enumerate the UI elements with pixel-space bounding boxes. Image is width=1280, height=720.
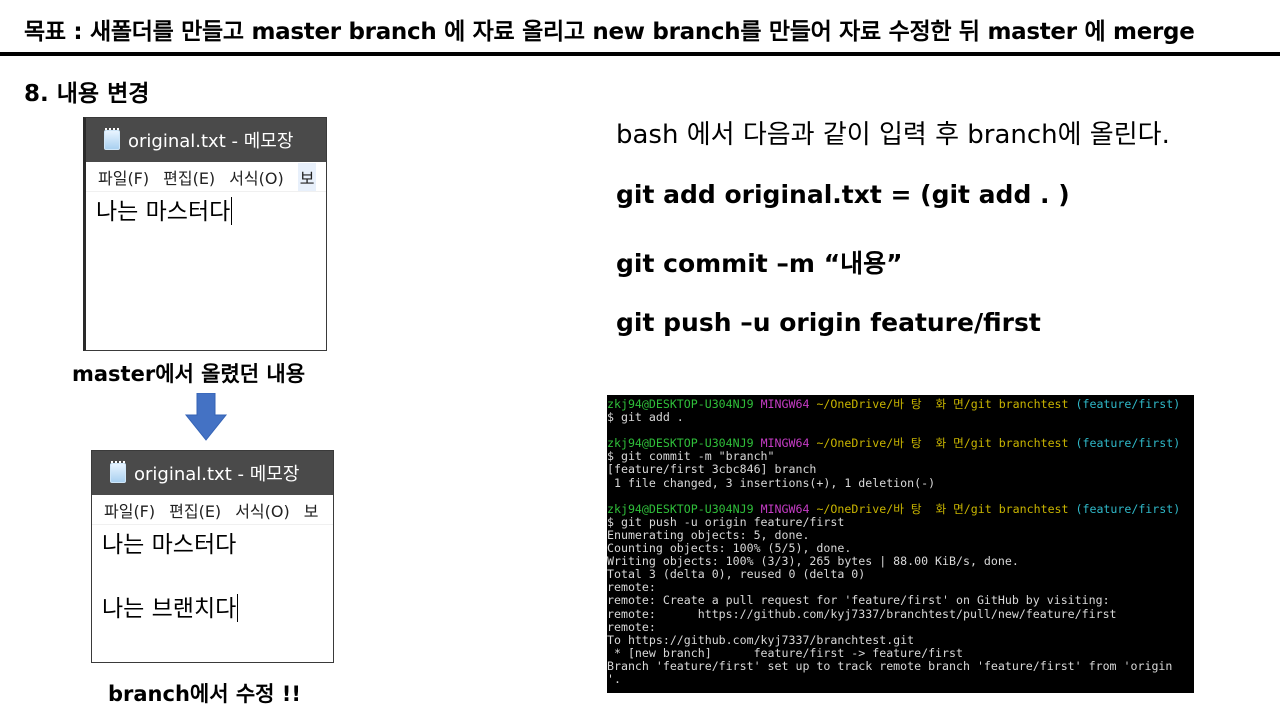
terminal-prompt: zkj94@DESKTOP-U304NJ9 MINGW64 ~/OneDrive… bbox=[607, 397, 1181, 411]
command-git-push: git push –u origin feature/first bbox=[616, 308, 1041, 337]
terminal-output: [feature/first 3cbc846] branch bbox=[607, 462, 817, 477]
notepad-icon bbox=[108, 461, 128, 485]
section-heading: 8. 내용 변경 bbox=[24, 81, 150, 107]
terminal-output: '. bbox=[607, 671, 621, 686]
menu-view[interactable]: 보 bbox=[304, 496, 319, 524]
caption-master: master에서 올렸던 내용 bbox=[72, 362, 306, 386]
notepad-titlebar[interactable]: original.txt - 메모장 bbox=[86, 118, 326, 162]
menu-file[interactable]: 파일(F) bbox=[98, 163, 149, 191]
menu-edit[interactable]: 편집(E) bbox=[169, 496, 221, 524]
text-line bbox=[102, 561, 323, 593]
notepad-menubar: 파일(F) 편집(E) 서식(O) 보 bbox=[92, 495, 333, 525]
instruction-text: bash 에서 다음과 같이 입력 후 branch에 올린다. bbox=[616, 120, 1170, 150]
terminal-output: Total 3 (delta 0), reused 0 (delta 0) bbox=[607, 567, 866, 582]
notepad-titlebar[interactable]: original.txt - 메모장 bbox=[92, 451, 333, 495]
terminal-output: Branch 'feature/first' set up to track r… bbox=[607, 658, 1173, 673]
menu-edit[interactable]: 편집(E) bbox=[163, 163, 215, 191]
notepad-window-branch: original.txt - 메모장 파일(F) 편집(E) 서식(O) 보 나… bbox=[91, 450, 334, 663]
caption-branch: branch에서 수정 !! bbox=[108, 682, 301, 706]
terminal-output: * [new branch] feature/first -> feature/… bbox=[607, 645, 963, 660]
text-line: 나는 마스터다 bbox=[96, 197, 233, 225]
command-git-add: git add original.txt = (git add . ) bbox=[616, 180, 1070, 209]
notepad-window-title: original.txt - 메모장 bbox=[134, 464, 300, 485]
notepad-text-area[interactable]: 나는 마스터다 bbox=[86, 192, 326, 232]
notepad-window-title: original.txt - 메모장 bbox=[128, 131, 294, 152]
terminal-output: 1 file changed, 3 insertions(+), 1 delet… bbox=[607, 475, 936, 490]
text-caret bbox=[231, 197, 233, 225]
terminal-prompt: zkj94@DESKTOP-U304NJ9 MINGW64 ~/OneDrive… bbox=[607, 501, 1181, 516]
bash-terminal[interactable]: zkj94@DESKTOP-U304NJ9 MINGW64 ~/OneDrive… bbox=[607, 395, 1194, 693]
menu-format[interactable]: 서식(O) bbox=[229, 163, 284, 191]
title-divider bbox=[0, 52, 1280, 56]
text-line: 나는 마스터다 bbox=[102, 532, 237, 558]
notepad-window-master: original.txt - 메모장 파일(F) 편집(E) 서식(O) 보 나… bbox=[83, 117, 327, 351]
terminal-output: remote: https://github.com/kyj7337/branc… bbox=[607, 606, 1117, 621]
notepad-icon bbox=[102, 128, 122, 152]
terminal-command: $ git push -u origin feature/first bbox=[607, 514, 845, 529]
menu-file[interactable]: 파일(F) bbox=[104, 496, 155, 524]
terminal-command: $ git add . bbox=[607, 410, 684, 425]
down-arrow-icon bbox=[184, 393, 228, 441]
slide-title: 목표 : 새폴더를 만들고 master branch 에 자료 올리고 new… bbox=[24, 19, 1195, 45]
menu-format[interactable]: 서식(O) bbox=[235, 496, 290, 524]
menu-view[interactable]: 보 bbox=[297, 162, 317, 191]
terminal-output: remote: Create a pull request for 'featu… bbox=[607, 593, 1110, 608]
text-caret bbox=[237, 594, 239, 622]
text-line: 나는 브랜치다 bbox=[102, 594, 239, 622]
command-git-commit: git commit –m “내용” bbox=[616, 249, 903, 278]
notepad-menubar: 파일(F) 편집(E) 서식(O) 보 bbox=[86, 162, 326, 192]
terminal-output: To https://github.com/kyj7337/branchtest… bbox=[607, 632, 915, 647]
terminal-output: remote: bbox=[607, 619, 656, 634]
notepad-text-area[interactable]: 나는 마스터다 나는 브랜치다 bbox=[92, 525, 333, 629]
